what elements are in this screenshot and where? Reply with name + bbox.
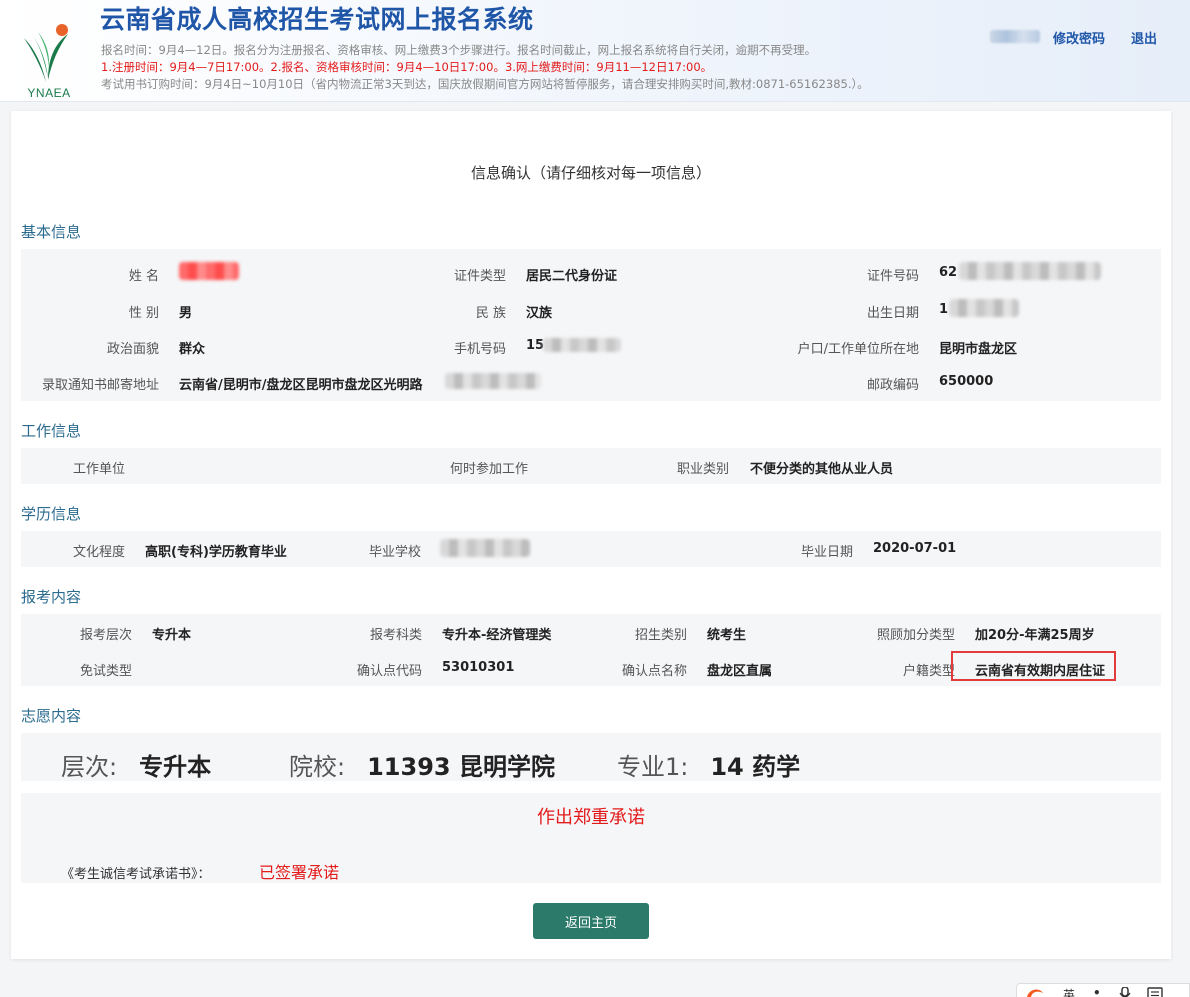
graduation-date-value: 2020-07-01	[873, 541, 957, 556]
gender-label: 性 别	[128, 306, 159, 321]
wish-tier-value: 专升本	[139, 753, 212, 781]
name-redacted	[179, 262, 239, 280]
section-title-wish: 志愿内容	[21, 707, 82, 725]
change-password-link[interactable]: 修改密码	[1053, 28, 1105, 47]
work-info-panel: 工作单位 何时参加工作 职业类别 不便分类的其他从业人员	[21, 448, 1161, 484]
wish-major-label: 专业1:	[617, 753, 689, 781]
exam-tier-label: 报考层次	[79, 628, 132, 643]
ethnicity-value: 汉族	[526, 306, 553, 321]
residence-value: 昆明市盘龙区	[939, 342, 1018, 357]
notice-schedule: 1.注册时间：9月4—7日17:00。2.报名、资格审核时间：9月4—10日17…	[101, 60, 713, 74]
political-status-value: 群众	[179, 342, 206, 357]
ethnicity-label: 民 族	[475, 306, 506, 321]
household-type-label: 户籍类型	[902, 664, 955, 679]
wish-school-value: 11393 昆明学院	[367, 753, 555, 781]
section-title-exam: 报考内容	[21, 588, 82, 606]
graduate-school-label: 毕业学校	[368, 545, 421, 560]
occupation-value: 不便分类的其他从业人员	[750, 462, 894, 477]
enrollment-category-label: 招生类别	[634, 628, 687, 643]
household-type-value: 云南省有效期内居住证	[975, 664, 1106, 679]
phone-label: 手机号码	[453, 342, 506, 357]
political-status-label: 政治面貌	[106, 342, 159, 357]
pledge-document-label: 《考生诚信考试承诺书》：	[61, 867, 211, 882]
ime-punctuation-icon[interactable]: •	[1093, 986, 1101, 997]
pledge-status: 已签署承诺	[259, 863, 340, 882]
enrollment-category-value: 统考生	[707, 628, 747, 643]
education-info-panel: 文化程度 高职(专科)学历教育毕业 毕业学校 毕业日期 2020-07-01	[21, 531, 1161, 567]
ime-toolbar: 英 •	[1016, 983, 1190, 997]
logo-mark-icon	[24, 24, 68, 82]
pledge-panel: 作出郑重承诺 《考生诚信考试承诺书》： 已签署承诺	[21, 793, 1161, 883]
ime-lang-toggle[interactable]: 英	[1063, 986, 1075, 997]
exemption-type-label: 免试类型	[79, 664, 132, 679]
wish-school: 院校: 11393 昆明学院	[289, 747, 555, 782]
mailing-address-value: 云南省/昆明市/盘龙区昆明市盘龙区光明路	[179, 378, 423, 393]
exam-info-panel: 报考层次 专升本 报考科类 专升本-经济管理类 招生类别 统考生 照顾加分类型 …	[21, 614, 1161, 686]
ime-keyboard-icon[interactable]	[1147, 987, 1163, 997]
residence-label: 户口/工作单位所在地	[797, 342, 919, 357]
birth-date-redacted	[949, 299, 1019, 317]
wish-tier: 层次: 专升本	[61, 747, 211, 782]
mailing-address-redacted	[445, 373, 541, 389]
wish-school-label: 院校:	[289, 753, 346, 781]
page-title: 信息确认（请仔细核对每一项信息）	[470, 164, 711, 182]
postcode-label: 邮政编码	[866, 378, 919, 393]
back-home-button[interactable]: 返回主页	[533, 903, 649, 939]
id-type-label: 证件类型	[453, 269, 506, 284]
notice-books: 考试用书订购时间：9月4日~10月10日（省内物流正常3天到达，国庆放假期间官方…	[101, 77, 869, 91]
exam-subject-label: 报考科类	[369, 628, 422, 643]
site-name-label: 确认点名称	[621, 664, 687, 679]
employer-label: 工作单位	[72, 462, 125, 477]
gender-value: 男	[179, 306, 193, 321]
section-title-basic: 基本信息	[21, 223, 82, 241]
wish-major-value: 14 药学	[710, 753, 801, 781]
ime-microphone-icon[interactable]	[1119, 987, 1131, 997]
wish-tier-label: 层次:	[61, 753, 118, 781]
section-title-work: 工作信息	[21, 422, 82, 440]
id-type-value: 居民二代身份证	[526, 269, 618, 284]
ime-logo-icon[interactable]	[1025, 987, 1045, 997]
work-start-label: 何时参加工作	[449, 462, 528, 477]
site-code-label: 确认点代码	[356, 664, 422, 679]
postcode-value: 650000	[939, 374, 994, 389]
id-number-redacted	[959, 262, 1101, 280]
logout-link[interactable]: 退出	[1131, 28, 1157, 47]
site-code-value: 53010301	[442, 660, 515, 675]
phone-redacted	[543, 338, 621, 352]
site-name-value: 盘龙区直属	[707, 664, 773, 679]
notice-registration-period: 报名时间：9月4—12日。报名分为注册报名、资格审核、网上缴费3个步骤进行。报名…	[101, 43, 817, 57]
mailing-address-label: 录取通知书邮寄地址	[41, 378, 159, 393]
birth-date-label: 出生日期	[866, 306, 919, 321]
exam-tier-value: 专升本	[152, 628, 192, 643]
id-number-value: 62	[939, 265, 958, 280]
name-label: 姓 名	[128, 269, 159, 284]
bonus-type-value: 加20分-年满25周岁	[975, 628, 1095, 643]
wish-panel: 层次: 专升本 院校: 11393 昆明学院 专业1: 14 药学	[21, 733, 1161, 781]
education-level-label: 文化程度	[72, 545, 125, 560]
section-title-education: 学历信息	[21, 505, 82, 523]
confirmation-card: 信息确认（请仔细核对每一项信息） 基本信息 姓 名 证件类型 居民二代身份证 证…	[11, 111, 1171, 959]
graduation-date-label: 毕业日期	[800, 545, 853, 560]
username-redacted	[990, 30, 1040, 43]
exam-subject-value: 专升本-经济管理类	[442, 628, 552, 643]
basic-info-panel: 姓 名 证件类型 居民二代身份证 证件号码 62 性 别 男 民 族 汉族 出生…	[21, 249, 1161, 401]
logo-text: YNAEA	[27, 86, 71, 100]
bonus-type-label: 照顾加分类型	[876, 628, 955, 643]
site-header: YNAEA 云南省成人高校招生考试网上报名系统 报名时间：9月4—12日。报名分…	[0, 0, 1190, 102]
graduate-school-redacted	[440, 539, 530, 557]
education-level-value: 高职(专科)学历教育毕业	[145, 545, 287, 560]
wish-major: 专业1: 14 药学	[617, 747, 800, 782]
site-title: 云南省成人高校招生考试网上报名系统	[100, 5, 534, 34]
id-number-label: 证件号码	[866, 269, 919, 284]
occupation-label: 职业类别	[676, 462, 729, 477]
phone-value: 15	[526, 338, 545, 353]
ynaea-logo: YNAEA	[18, 20, 80, 102]
birth-date-value: 1	[939, 302, 949, 317]
pledge-title: 作出郑重承诺	[537, 807, 645, 828]
